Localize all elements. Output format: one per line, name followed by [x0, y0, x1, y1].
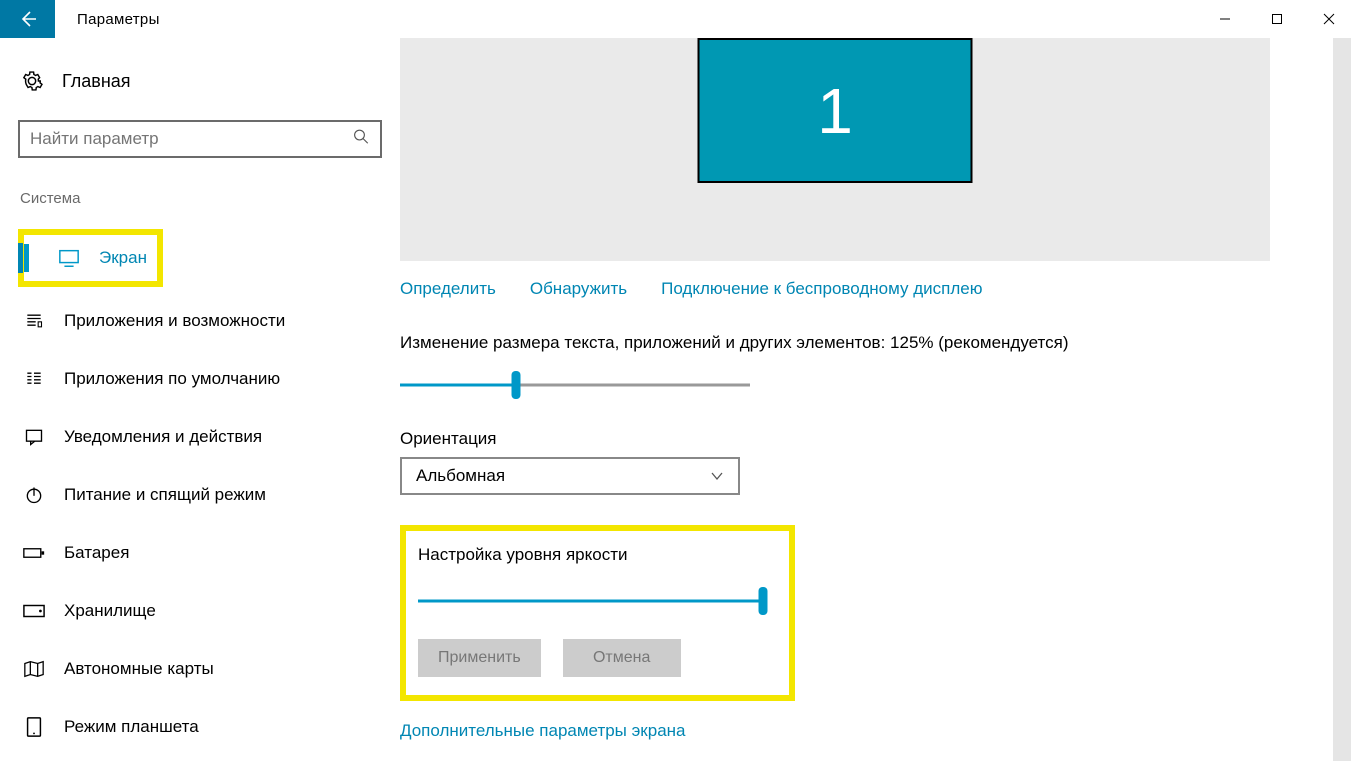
sidebar-item-storage[interactable]: Хранилище — [18, 587, 382, 635]
power-icon — [22, 485, 46, 505]
slider-fill — [418, 600, 763, 603]
cancel-button[interactable]: Отмена — [563, 639, 681, 677]
sidebar-item-label: Экран — [99, 248, 147, 268]
highlight-display-nav: Экран — [18, 229, 163, 287]
sidebar-item-label: Приложения по умолчанию — [64, 369, 280, 389]
sidebar-item-label: Питание и спящий режим — [64, 485, 266, 505]
sidebar-item-battery[interactable]: Батарея — [18, 529, 382, 577]
scale-slider[interactable] — [400, 375, 750, 395]
brightness-slider[interactable] — [418, 591, 763, 611]
battery-icon — [22, 543, 46, 563]
display-arrangement-area[interactable]: 1 — [400, 38, 1270, 261]
home-nav[interactable]: Главная — [18, 66, 382, 102]
monitor-1[interactable]: 1 — [698, 38, 973, 183]
defaults-icon — [22, 369, 46, 389]
identify-link[interactable]: Определить — [400, 279, 496, 299]
sidebar-item-notifications[interactable]: Уведомления и действия — [18, 413, 382, 461]
maps-icon — [22, 659, 46, 679]
search-input[interactable] — [30, 129, 340, 149]
section-label: Система — [18, 190, 382, 207]
scrollbar[interactable] — [1333, 38, 1351, 761]
sidebar-item-label: Хранилище — [64, 601, 156, 621]
sidebar-item-defaults[interactable]: Приложения по умолчанию — [18, 355, 382, 403]
gear-icon — [20, 70, 44, 92]
sidebar-item-display[interactable]: Экран — [24, 239, 147, 277]
brightness-label: Настройка уровня яркости — [418, 545, 777, 565]
maximize-button[interactable] — [1251, 0, 1303, 38]
display-icon — [57, 247, 81, 269]
scale-label: Изменение размера текста, приложений и д… — [400, 333, 1327, 353]
slider-fill — [400, 384, 516, 387]
sidebar-item-power[interactable]: Питание и спящий режим — [18, 471, 382, 519]
sidebar-item-label: Автономные карты — [64, 659, 214, 679]
storage-icon — [22, 601, 46, 621]
sidebar-item-apps[interactable]: Приложения и возможности — [18, 297, 382, 345]
detect-link[interactable]: Обнаружить — [530, 279, 627, 299]
chevron-down-icon — [710, 469, 724, 484]
back-button[interactable] — [0, 0, 55, 38]
monitor-number: 1 — [817, 74, 853, 148]
search-input-wrap[interactable] — [18, 120, 382, 158]
sidebar-item-label: Режим планшета — [64, 717, 199, 737]
sidebar-item-maps[interactable]: Автономные карты — [18, 645, 382, 693]
minimize-button[interactable] — [1199, 0, 1251, 38]
active-indicator — [24, 244, 29, 272]
window-title: Параметры — [55, 0, 1199, 38]
advanced-display-link[interactable]: Дополнительные параметры экрана — [400, 721, 686, 741]
close-icon — [1323, 13, 1335, 25]
search-icon — [352, 128, 370, 151]
orientation-select[interactable]: Альбомная — [400, 457, 740, 495]
orientation-value: Альбомная — [416, 466, 505, 486]
close-button[interactable] — [1303, 0, 1355, 38]
sidebar-item-label: Уведомления и действия — [64, 427, 262, 447]
apply-button[interactable]: Применить — [418, 639, 541, 677]
sidebar-item-label: Приложения и возможности — [64, 311, 285, 331]
wireless-link[interactable]: Подключение к беспроводному дисплею — [661, 279, 982, 299]
minimize-icon — [1219, 13, 1231, 25]
slider-thumb[interactable] — [759, 587, 768, 615]
orientation-label: Ориентация — [400, 429, 1327, 449]
apps-icon — [22, 311, 46, 331]
highlight-brightness: Настройка уровня яркости Применить Отмен… — [400, 525, 795, 701]
arrow-left-icon — [18, 9, 38, 29]
home-label: Главная — [62, 71, 131, 92]
sidebar-item-tablet[interactable]: Режим планшета — [18, 703, 382, 751]
notifications-icon — [22, 427, 46, 447]
sidebar-item-label: Батарея — [64, 543, 129, 563]
slider-thumb[interactable] — [511, 371, 520, 399]
maximize-icon — [1271, 13, 1283, 25]
tablet-icon — [22, 716, 46, 738]
